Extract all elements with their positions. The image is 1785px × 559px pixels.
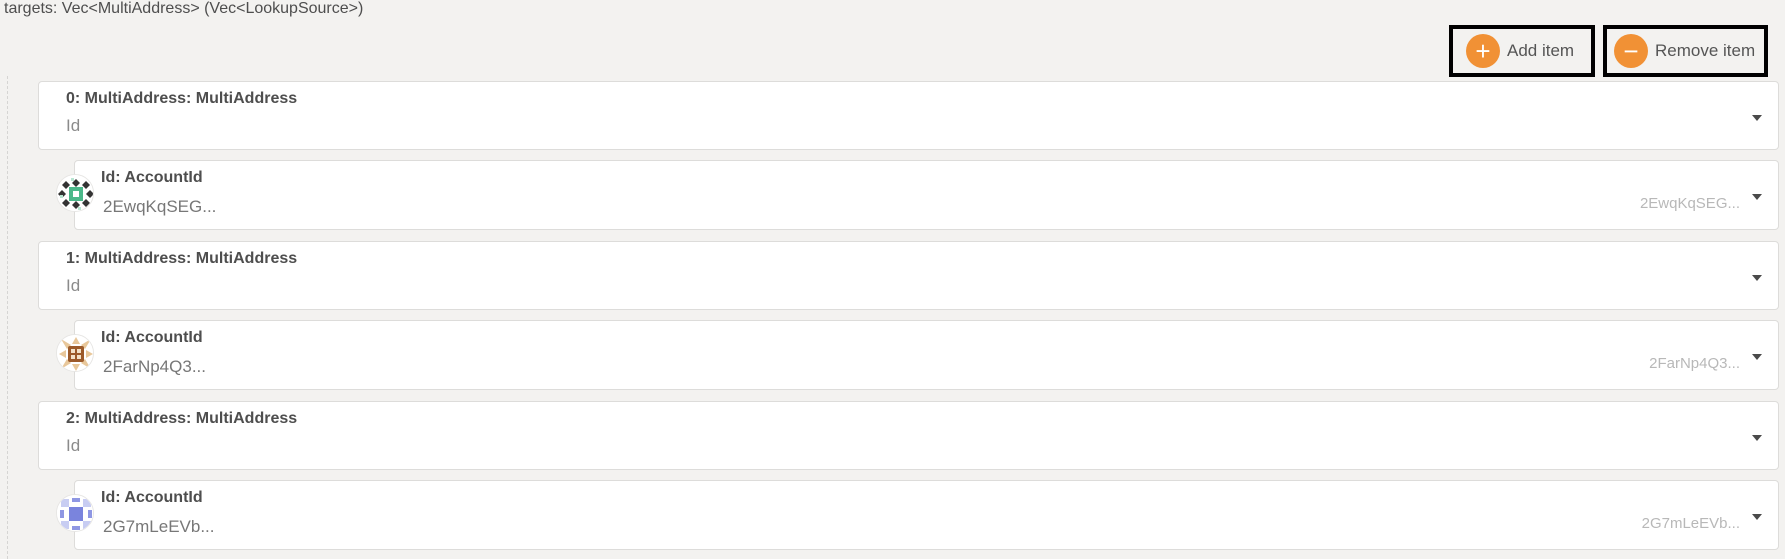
multiaddress-select-0[interactable]: 0: MultiAddress: MultiAddress Id <box>38 81 1779 150</box>
account-value: 2EwqKqSEG... <box>103 197 217 216</box>
remove-item-button[interactable]: − Remove item <box>1603 25 1768 77</box>
account-title: Id: AccountId <box>101 169 203 186</box>
account-value: 2G7mLeEVb... <box>103 517 215 536</box>
account-address-preview: 2G7mLeEVb... <box>1641 515 1740 532</box>
dropdown-caret-icon[interactable] <box>1752 275 1762 281</box>
dropdown-caret-icon[interactable] <box>1752 115 1762 121</box>
multiaddress-select-2[interactable]: 2: MultiAddress: MultiAddress Id <box>38 401 1779 470</box>
dropdown-caret-icon[interactable] <box>1752 435 1762 441</box>
account-title: Id: AccountId <box>101 329 203 346</box>
account-title: Id: AccountId <box>101 489 203 506</box>
item-title: 0: MultiAddress: MultiAddress <box>66 90 298 107</box>
identicon-avatar-icon <box>56 494 94 532</box>
multiaddress-select-1[interactable]: 1: MultiAddress: MultiAddress Id <box>38 241 1779 310</box>
plus-icon: + <box>1466 34 1500 68</box>
item-title: 2: MultiAddress: MultiAddress <box>66 410 298 427</box>
item-title: 1: MultiAddress: MultiAddress <box>66 250 298 267</box>
account-address-preview: 2EwqKqSEG... <box>1639 195 1740 212</box>
nesting-guide-line <box>7 76 8 559</box>
item-variant: Id <box>66 276 81 295</box>
identicon-avatar-icon <box>56 174 94 212</box>
item-variant: Id <box>66 436 81 455</box>
add-item-button[interactable]: + Add item <box>1449 25 1595 77</box>
dropdown-caret-icon[interactable] <box>1752 514 1762 520</box>
dropdown-caret-icon[interactable] <box>1752 194 1762 200</box>
account-value: 2FarNp4Q3... <box>103 357 206 376</box>
account-select-1[interactable]: Id: AccountId 2FarNp4Q3... 2FarNp4Q3... <box>74 320 1779 390</box>
identicon-avatar-icon <box>56 334 94 372</box>
account-select-0[interactable]: Id: AccountId 2EwqKqSEG... 2EwqKqSEG... <box>74 160 1779 230</box>
remove-item-label: Remove item <box>1655 41 1756 60</box>
param-label: targets: Vec<MultiAddress> (Vec<LookupSo… <box>4 0 364 17</box>
item-variant: Id <box>66 116 81 135</box>
add-item-label: Add item <box>1507 41 1575 60</box>
dropdown-caret-icon[interactable] <box>1752 354 1762 360</box>
account-address-preview: 2FarNp4Q3... <box>1649 355 1740 372</box>
account-select-2[interactable]: Id: AccountId 2G7mLeEVb... 2G7mLeEVb... <box>74 480 1779 550</box>
extrinsic-params-panel: targets: Vec<MultiAddress> (Vec<LookupSo… <box>0 0 1785 559</box>
minus-icon: − <box>1614 34 1648 68</box>
